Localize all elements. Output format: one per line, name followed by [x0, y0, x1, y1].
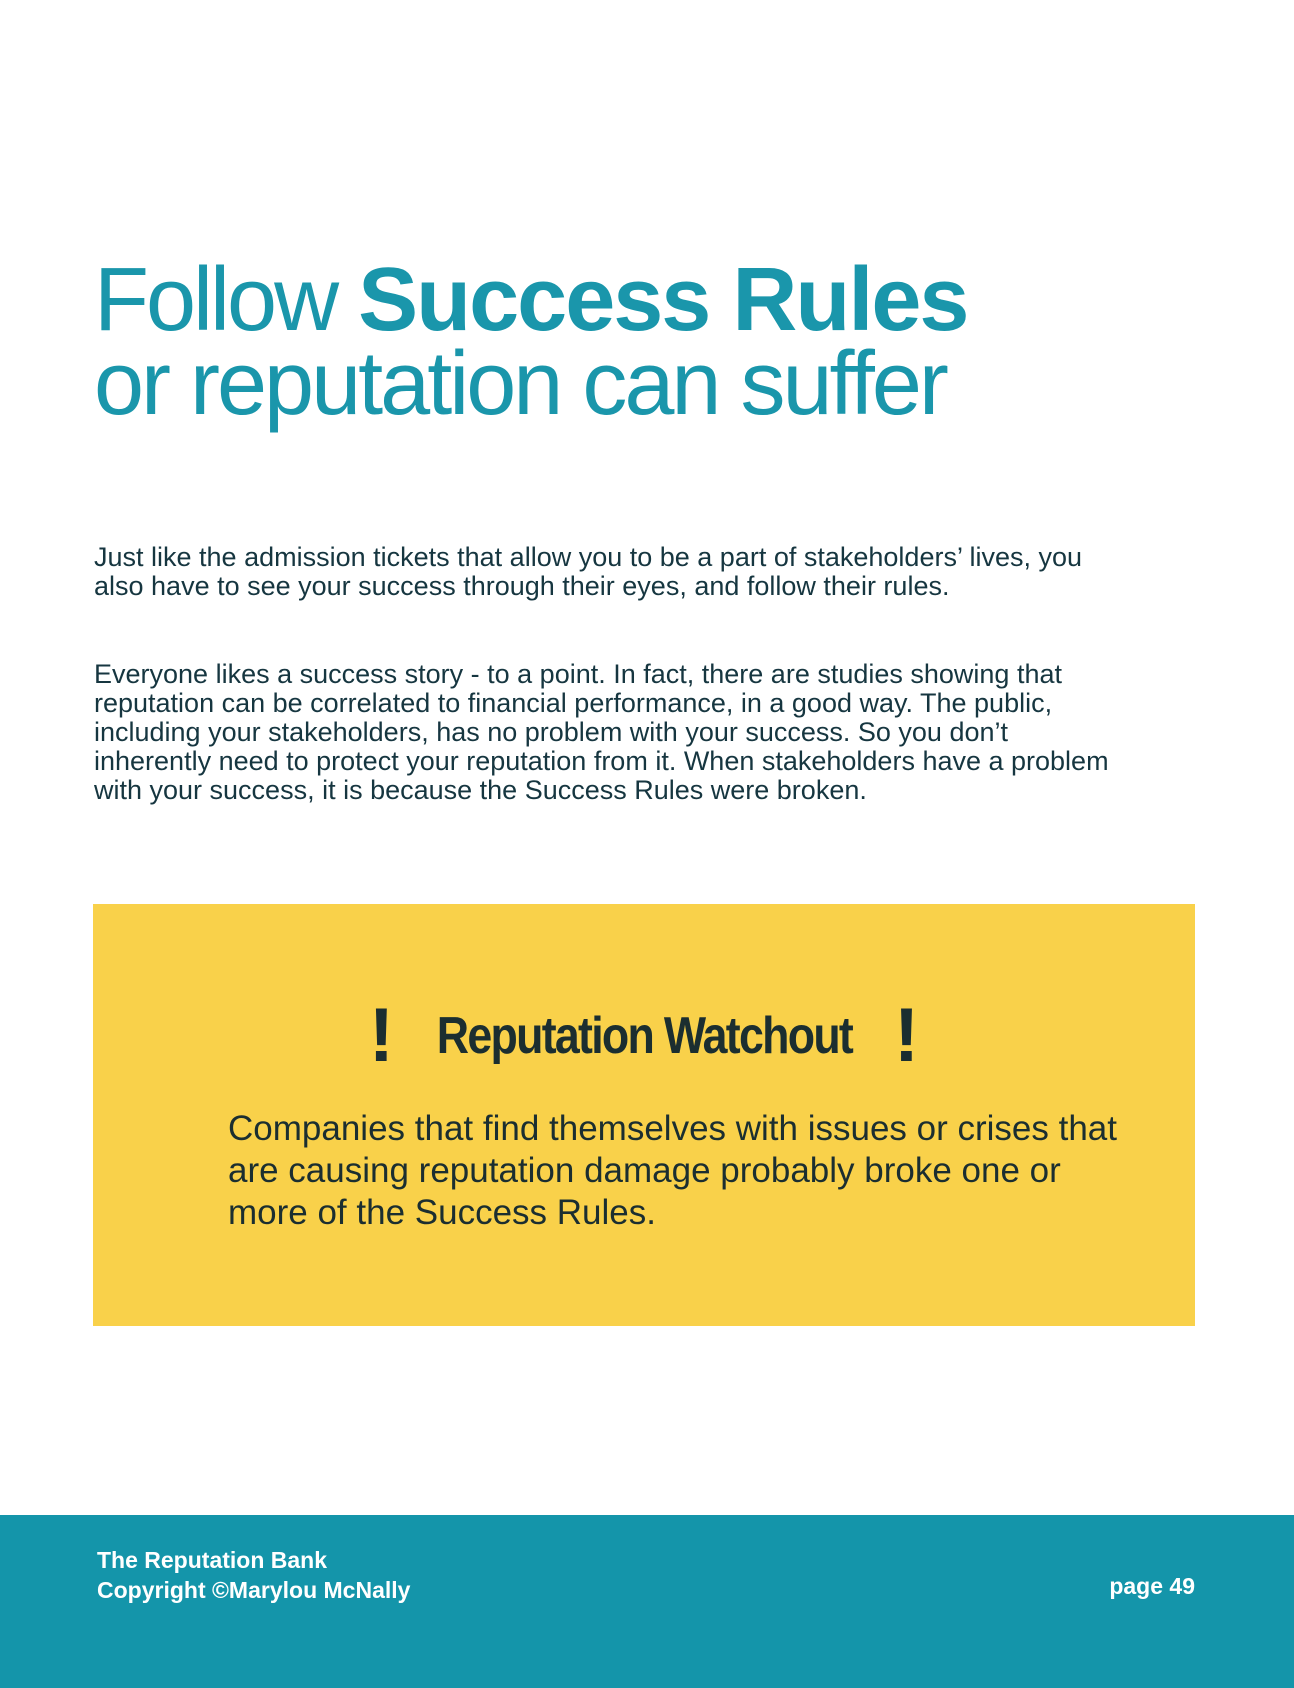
intro-paragraph: Just like the admission tickets that all… [94, 542, 1082, 601]
exclamation-icon: ! [893, 993, 920, 1078]
title-subline: or reputation can suffer [94, 334, 949, 434]
page-footer: The Reputation Bank Copyright ©Marylou M… [0, 1515, 1294, 1688]
body-paragraph: Everyone likes a success story - to a po… [94, 659, 1109, 805]
reputation-watchout-callout: ! Reputation Watchout ! Companies that f… [93, 904, 1195, 1326]
book-title: The Reputation Bank [97, 1547, 328, 1573]
watchout-heading: ! Reputation Watchout ! [93, 996, 1195, 1076]
watchout-body: Companies that find themselves with issu… [228, 1109, 1117, 1232]
watchout-title: Reputation Watchout [436, 1007, 853, 1065]
exclamation-icon: ! [368, 993, 395, 1078]
page-number: page 49 [1109, 1573, 1195, 1599]
copyright-notice: Copyright ©Marylou McNally [97, 1577, 411, 1603]
page-title: Follow Success Rules or reputation can s… [94, 255, 1244, 434]
footer-credits: The Reputation Bank Copyright ©Marylou M… [97, 1545, 410, 1605]
